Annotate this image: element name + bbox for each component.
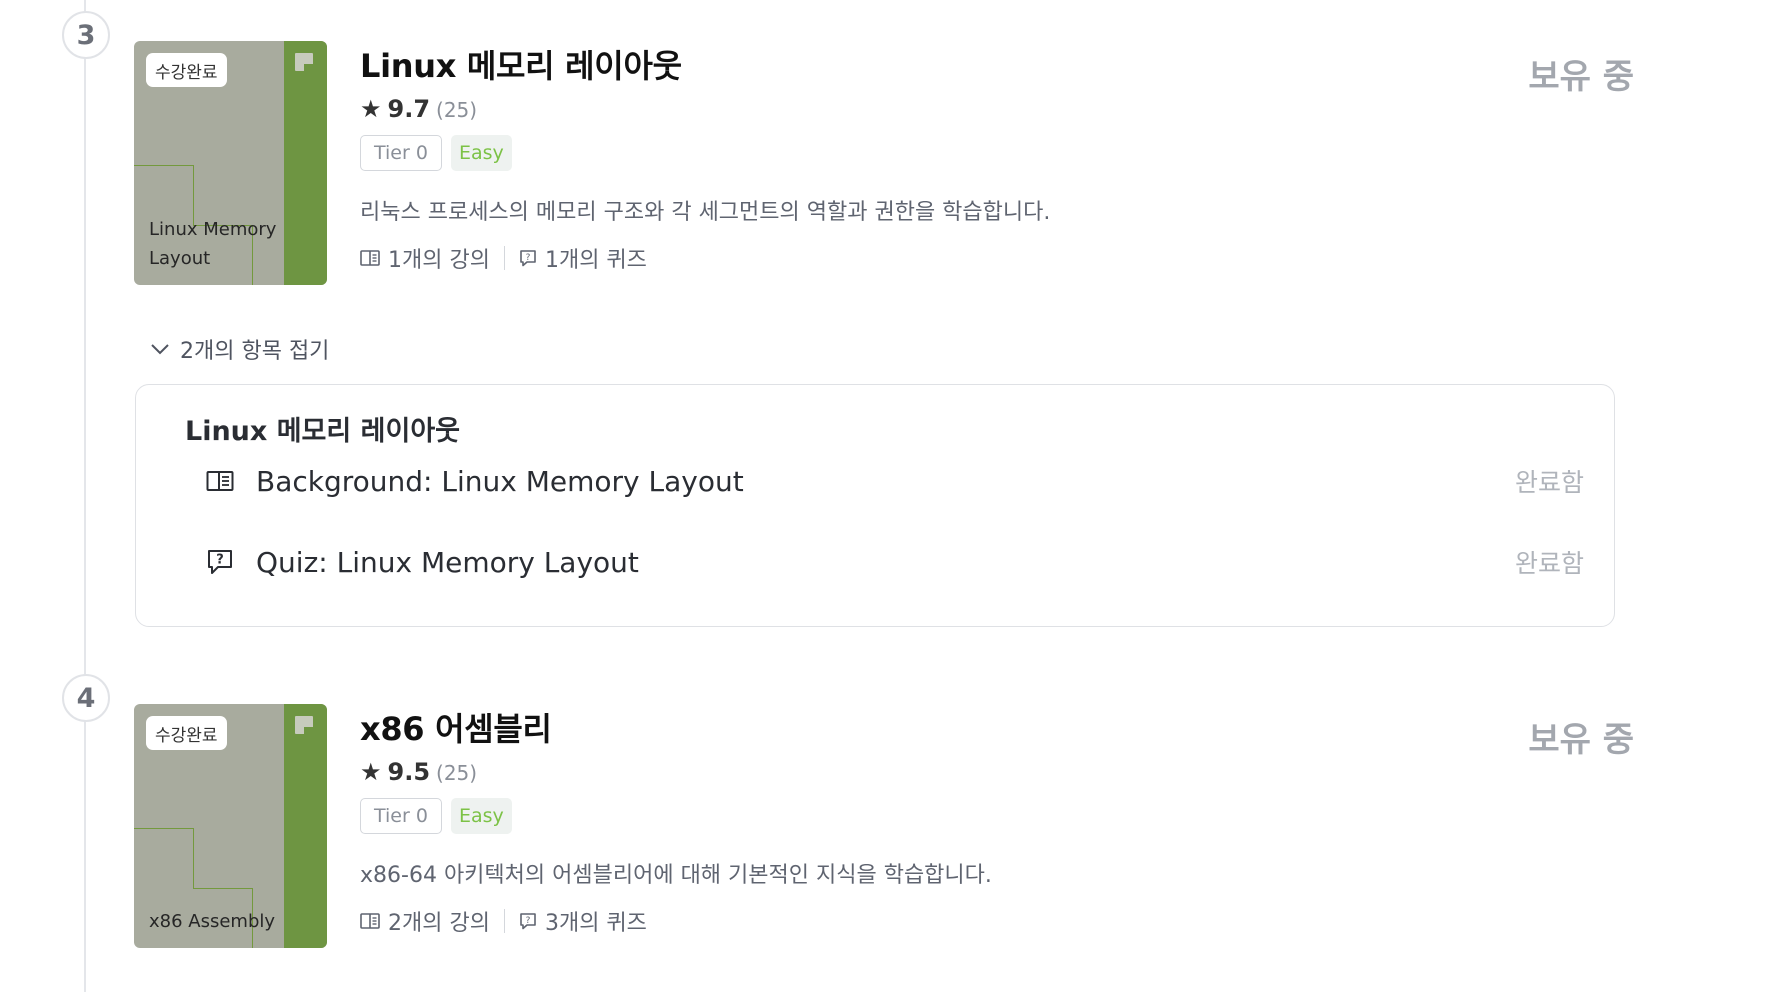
rating-count: (25) [436,761,478,785]
course-meta: 1개의 강의 ? 1개의 퀴즈 [360,242,1360,274]
star-icon: ★ [360,95,382,123]
course-card[interactable]: 수강완료 Linux Memory Layout Linux 메모리 레이아웃 … [134,41,1634,291]
thumbnail-stripe-line [284,41,285,285]
thumbnail-stripe [285,704,327,948]
course-thumbnail[interactable]: 수강완료 x86 Assembly [134,704,327,948]
quiz-icon: ? [520,250,536,267]
course-thumbnail[interactable]: 수강완료 Linux Memory Layout [134,41,327,285]
course-rating: ★ 9.5 (25) [360,758,1360,786]
course-description: x86-64 아키텍처의 어셈블리어에 대해 기본적인 지식을 학습합니다. [360,863,992,888]
collapse-toggle-button[interactable]: 2개의 항목 접기 [150,333,329,365]
step-number: 3 [62,11,110,59]
meta-divider [503,909,505,933]
lecture-item-label: Background: Linux Memory Layout [256,464,744,498]
lecture-item-status: 완료함 [1514,468,1584,497]
quiz-count-label: 3개의 퀴즈 [544,911,647,936]
meta-divider [503,246,505,270]
svg-text:?: ? [526,916,531,926]
thumbnail-stripe-line [284,704,285,948]
difficulty-tag: Easy [450,798,512,834]
ownership-status: 보유 중 [1528,720,1634,760]
tier-tag: Tier 0 [360,798,442,834]
bookmark-icon [295,716,313,734]
rating-count: (25) [436,98,478,122]
thumbnail-decor [134,828,194,829]
thumbnail-stripe [285,41,327,285]
course-meta: 2개의 강의 ? 3개의 퀴즈 [360,905,1360,937]
quiz-count-label: 1개의 퀴즈 [544,248,647,273]
quiz-item-status: 완료함 [1514,549,1584,578]
quiz-count: ? 3개의 퀴즈 [519,905,647,937]
course-description: 리눅스 프로세스의 메모리 구조와 각 세그먼트의 역할과 권한을 학습합니다. [360,200,1051,225]
course-title[interactable]: Linux 메모리 레이아웃 [360,41,1360,87]
lecture-icon [206,471,234,491]
course-info: x86 어셈블리 ★ 9.5 (25) Tier 0 Easy x86-64 아… [360,704,1360,937]
curriculum-page: 3 수강완료 Linux Memory Layout Linux 메모리 레이아… [0,0,1788,992]
svg-text:?: ? [526,253,531,263]
course-card[interactable]: 수강완료 x86 Assembly x86 어셈블리 ★ 9.5 (25) Ti… [134,704,1634,954]
thumbnail-title: Linux Memory Layout [149,219,277,269]
thumbnail-title: x86 Assembly [149,911,276,932]
course-tags: Tier 0 Easy [360,135,1360,171]
chevron-down-icon [151,344,169,355]
quiz-count: ? 1개의 퀴즈 [519,242,647,274]
lecture-count-label: 2개의 강의 [388,911,490,936]
lecture-count: 2개의 강의 [360,905,490,937]
quiz-icon: ? [520,913,536,930]
rating-value: 9.7 [387,95,431,123]
step-number: 4 [62,674,110,722]
quiz-icon: ? [208,550,232,574]
difficulty-tag: Easy [450,135,512,171]
lecture-icon [360,913,380,929]
course-title[interactable]: x86 어셈블리 [360,704,1360,750]
tier-tag: Tier 0 [360,135,442,171]
course-info: Linux 메모리 레이아웃 ★ 9.7 (25) Tier 0 Easy 리눅… [360,41,1360,274]
rating-value: 9.5 [387,758,431,786]
completed-badge: 수강완료 [146,716,227,750]
lecture-item[interactable]: Background: Linux Memory Layout 완료함 [206,459,1584,503]
thumbnail-decor [193,888,253,889]
lecture-count: 1개의 강의 [360,242,490,274]
course-tags: Tier 0 Easy [360,798,1360,834]
quiz-item-label: Quiz: Linux Memory Layout [256,545,639,579]
lecture-count-label: 1개의 강의 [388,248,490,273]
panel-title: Linux 메모리 레이아웃 [185,416,460,447]
svg-text:?: ? [216,553,224,568]
lecture-list-panel: Linux 메모리 레이아웃 Background: Linux Memory … [135,384,1615,627]
thumbnail-decor [193,828,194,888]
ownership-status: 보유 중 [1528,57,1634,97]
collapse-toggle-label: 2개의 항목 접기 [180,339,330,364]
course-rating: ★ 9.7 (25) [360,95,1360,123]
quiz-item[interactable]: ? Quiz: Linux Memory Layout 완료함 [206,540,1584,584]
bookmark-icon [295,53,313,71]
star-icon: ★ [360,758,382,786]
lecture-icon [360,250,380,266]
thumbnail-decor [134,165,194,166]
completed-badge: 수강완료 [146,53,227,87]
timeline-line [84,0,86,992]
